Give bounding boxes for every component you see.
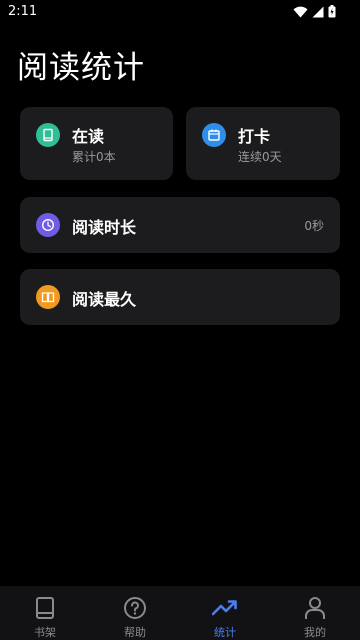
bookshelf-icon [32, 595, 58, 621]
open-book-icon [36, 285, 60, 309]
battery-icon [328, 5, 336, 18]
checkin-card-title: 打卡 [238, 127, 271, 146]
nav-label-stats: 统计 [214, 626, 236, 639]
book-icon [36, 123, 60, 147]
longest-reading-title: 阅读最久 [72, 290, 137, 309]
checkin-card-subtitle: 连续0天 [238, 150, 282, 164]
page-title: 阅读统计 [17, 50, 145, 86]
trending-up-icon [212, 595, 238, 621]
reading-card[interactable]: 在读 累计0本 [20, 107, 173, 180]
nav-item-bookshelf[interactable]: 书架 [0, 586, 90, 640]
clock-icon [36, 213, 60, 237]
reading-duration-value: 0秒 [304, 219, 324, 233]
status-icons [293, 5, 336, 18]
reading-card-title: 在读 [72, 127, 105, 146]
signal-icon [312, 6, 324, 17]
nav-label-help: 帮助 [124, 626, 146, 639]
reading-card-subtitle: 累计0本 [72, 150, 116, 164]
nav-item-mine[interactable]: 我的 [270, 586, 360, 640]
bottom-nav: 书架 帮助 统计 我的 [0, 586, 360, 640]
checkin-card[interactable]: 打卡 连续0天 [186, 107, 340, 180]
nav-item-help[interactable]: 帮助 [90, 586, 180, 640]
wifi-icon [293, 6, 308, 18]
nav-label-mine: 我的 [304, 626, 326, 639]
longest-reading-card[interactable]: 阅读最久 [20, 269, 340, 325]
person-icon [302, 595, 328, 621]
nav-item-stats[interactable]: 统计 [180, 586, 270, 640]
status-time: 2:11 [8, 4, 38, 19]
calendar-icon [202, 123, 226, 147]
reading-duration-title: 阅读时长 [72, 218, 137, 237]
help-icon [122, 595, 148, 621]
reading-duration-card[interactable]: 阅读时长 0秒 [20, 197, 340, 253]
status-bar: 2:11 [0, 0, 360, 24]
nav-label-bookshelf: 书架 [34, 626, 56, 639]
